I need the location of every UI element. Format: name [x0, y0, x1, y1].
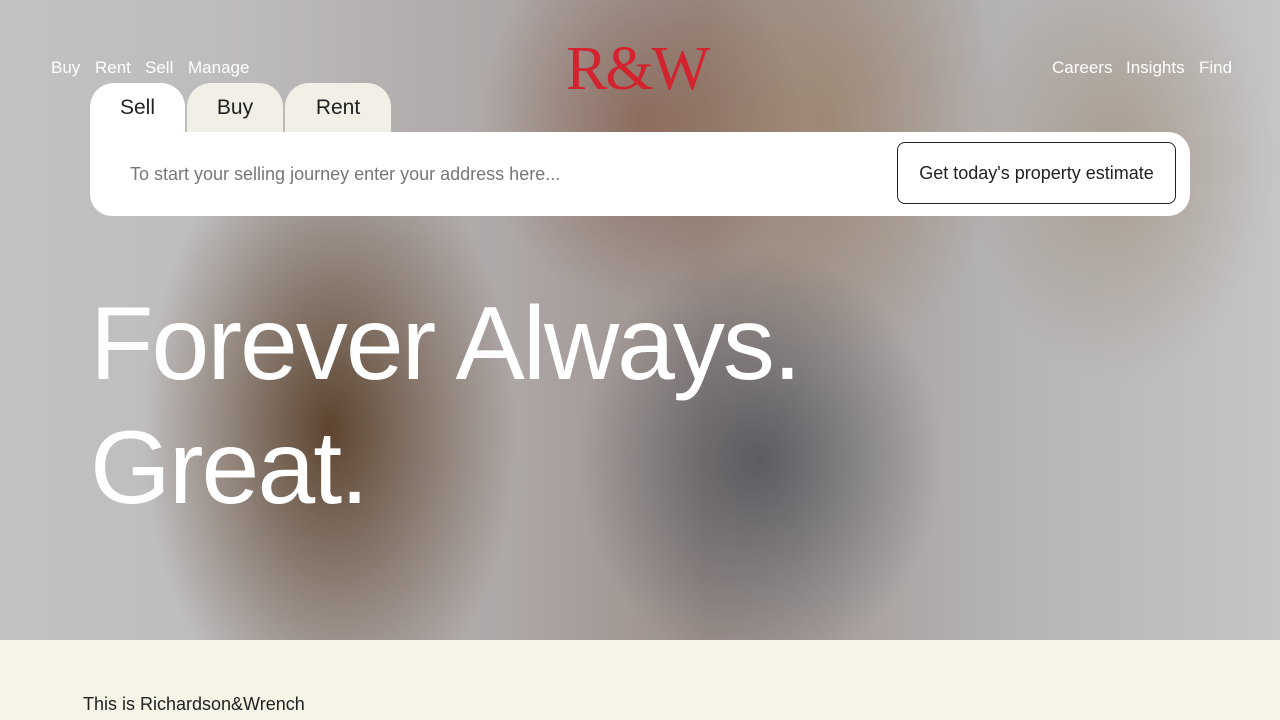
- property-estimate-button[interactable]: Get today's property estimate: [897, 142, 1176, 204]
- nav-link-manage[interactable]: Manage: [188, 58, 249, 78]
- nav-link-buy[interactable]: Buy: [51, 58, 80, 78]
- hero-headline-line2: Great.: [90, 410, 369, 526]
- intro-text: This is Richardson&Wrench: [83, 694, 305, 714]
- nav-link-rent[interactable]: Rent: [95, 58, 131, 78]
- nav-link-sell[interactable]: Sell: [145, 58, 173, 78]
- tab-buy[interactable]: Buy: [187, 83, 283, 133]
- hero-headline-line1: Forever Always.: [90, 286, 802, 402]
- tab-rent[interactable]: Rent: [285, 83, 391, 133]
- address-search-input[interactable]: [130, 158, 870, 190]
- nav-link-insights[interactable]: Insights: [1126, 58, 1185, 78]
- nav-link-find[interactable]: Find: [1199, 58, 1232, 78]
- search-panel: Get today's property estimate: [90, 132, 1190, 216]
- nav-link-careers[interactable]: Careers: [1052, 58, 1112, 78]
- logo[interactable]: R&W: [566, 36, 710, 102]
- tab-sell[interactable]: Sell: [90, 83, 185, 133]
